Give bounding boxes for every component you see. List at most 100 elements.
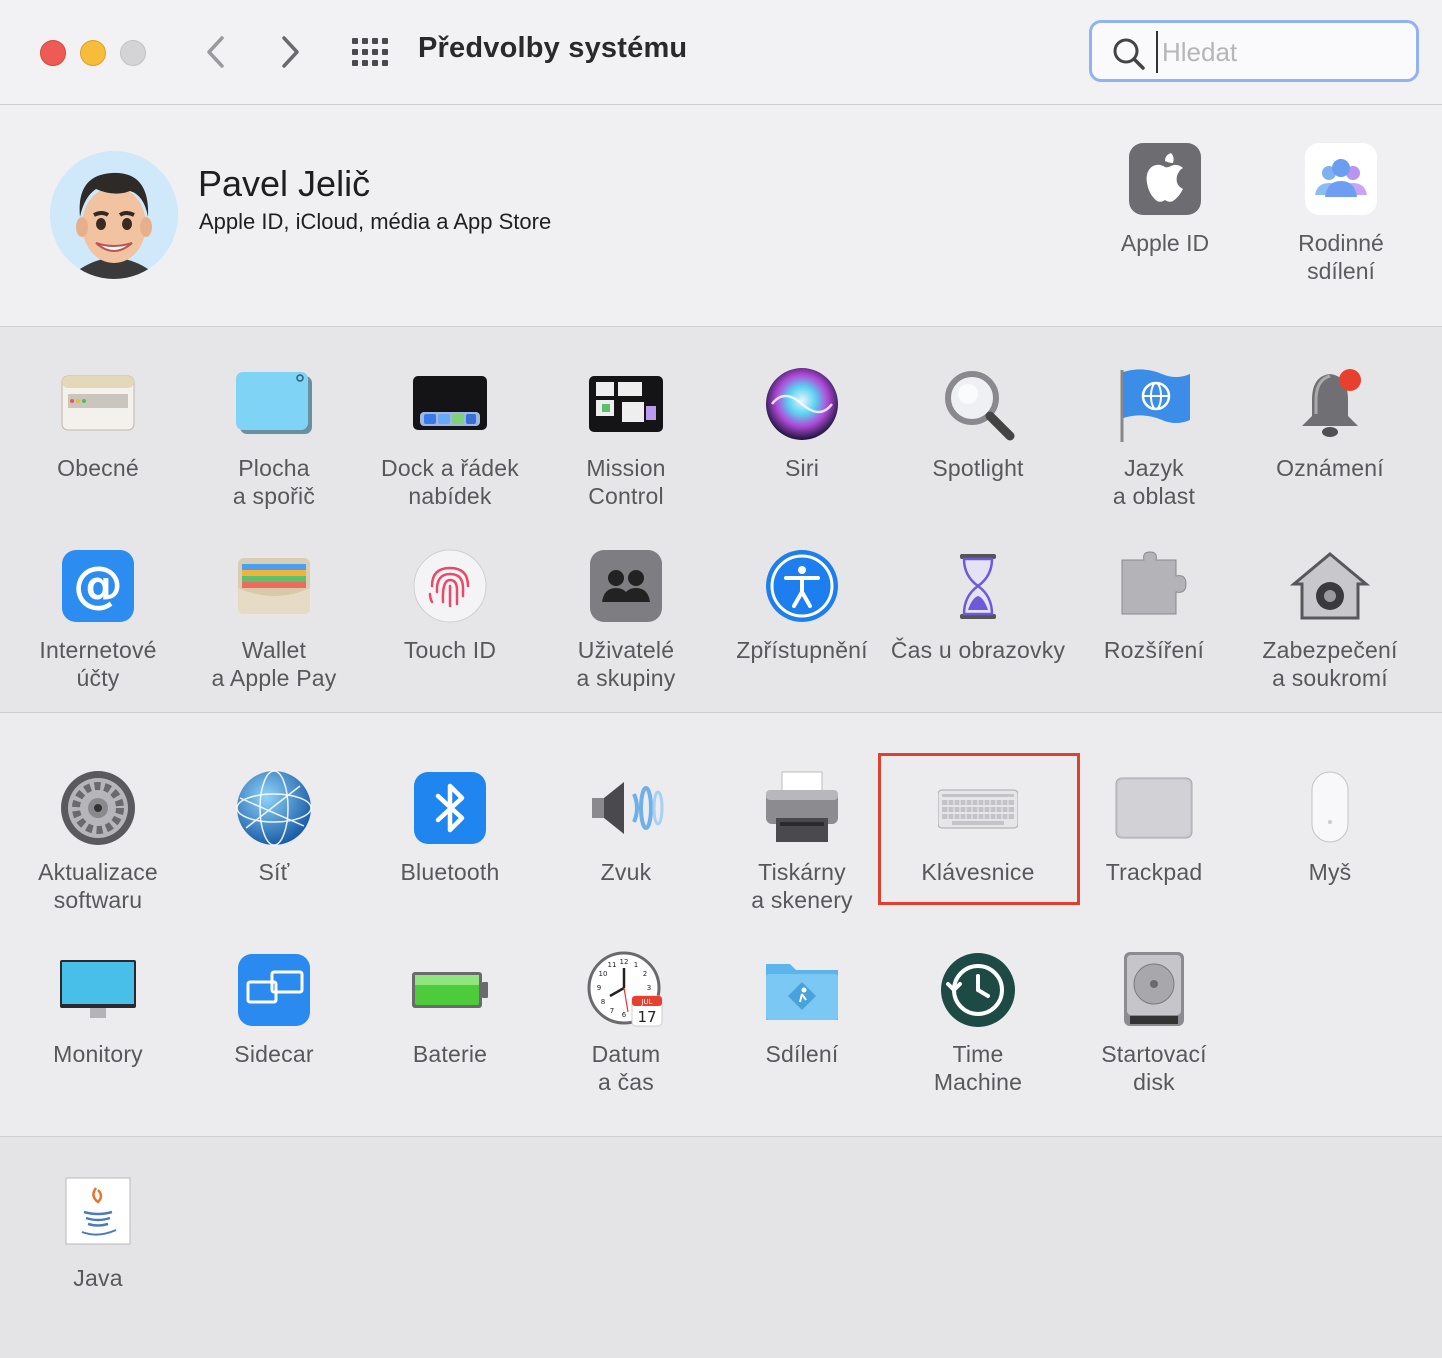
pane-label: Touch ID (403, 637, 497, 663)
wallet-icon (234, 546, 314, 626)
accessibility-icon (762, 546, 842, 626)
language-region-icon (1114, 364, 1194, 444)
minimize-button[interactable] (80, 40, 106, 66)
pane-touch-id[interactable]: Touch ID (362, 546, 538, 664)
mouse-icon (1290, 768, 1370, 848)
forward-chevron-icon[interactable] (270, 30, 310, 74)
security-privacy-icon (1289, 546, 1371, 626)
pane-desktop-screensaver[interactable]: Plocha a spořič (186, 364, 362, 510)
printers-scanners-icon (762, 768, 842, 848)
sharing-icon (762, 950, 842, 1030)
pane-printers-scanners[interactable]: Tiskárny a skenery (714, 768, 890, 914)
pane-mouse[interactable]: Myš (1242, 768, 1418, 886)
pane-spotlight[interactable]: Spotlight (890, 364, 1066, 482)
show-all-grid-icon[interactable] (350, 36, 390, 68)
pane-label: Obecné (57, 455, 139, 481)
pane-startup-disk[interactable]: Startovací disk (1066, 950, 1242, 1096)
pane-battery[interactable]: Baterie (362, 950, 538, 1068)
svg-text:9: 9 (597, 984, 601, 992)
search-field[interactable] (1089, 20, 1419, 82)
pane-label: Zpřístupnění (736, 637, 868, 663)
pane-extensions[interactable]: Rozšíření (1066, 546, 1242, 664)
back-chevron-icon[interactable] (196, 30, 236, 74)
pane-language-region[interactable]: Jazyk a oblast (1066, 364, 1242, 510)
touch-id-icon (410, 546, 490, 626)
internet-accounts-icon: @ (58, 546, 138, 626)
svg-text:1: 1 (634, 961, 638, 969)
pane-internet-accounts[interactable]: @ Internetové účty (10, 546, 186, 692)
pane-label: Oznámení (1276, 455, 1384, 481)
pane-label: Monitory (53, 1041, 143, 1067)
svg-text:7: 7 (610, 1007, 614, 1015)
pane-label: Bluetooth (400, 859, 500, 885)
pane-label: Plocha a spořič (232, 455, 316, 509)
pane-general[interactable]: Obecné (10, 364, 186, 482)
pane-label: Baterie (412, 1041, 488, 1067)
displays-icon (58, 950, 138, 1030)
screen-time-icon (938, 546, 1018, 626)
pane-apple-id[interactable]: Apple ID (1085, 143, 1245, 257)
pane-users-groups[interactable]: Uživatelé a skupiny (538, 546, 714, 692)
svg-text:JUL: JUL (640, 998, 652, 1006)
pane-dock[interactable]: Dock a řádek nabídek (362, 364, 538, 510)
bluetooth-icon (410, 768, 490, 848)
pane-sharing[interactable]: Sdílení (714, 950, 890, 1068)
notifications-icon (1290, 364, 1370, 444)
pane-label: Sdílení (765, 1041, 839, 1067)
pane-software-update[interactable]: Aktualizace softwaru (10, 768, 186, 914)
startup-disk-icon (1114, 950, 1194, 1030)
svg-text:3: 3 (647, 984, 651, 992)
pane-accessibility[interactable]: Zpřístupnění (714, 546, 890, 664)
pane-sound[interactable]: Zvuk (538, 768, 714, 886)
search-input[interactable] (1156, 31, 1414, 73)
pane-label: Startovací disk (1101, 1041, 1207, 1095)
pane-label: Zabezpečení a soukromí (1262, 637, 1398, 691)
pane-label: Aktualizace softwaru (38, 859, 158, 913)
svg-text:10: 10 (599, 970, 608, 978)
pane-security-privacy[interactable]: Zabezpečení a soukromí (1242, 546, 1418, 692)
pane-time-machine[interactable]: Time Machine (890, 950, 1066, 1096)
svg-text:8: 8 (601, 998, 605, 1006)
pane-label: Uživatelé a skupiny (576, 637, 676, 691)
pane-notifications[interactable]: Oznámení (1242, 364, 1418, 482)
time-machine-icon (938, 950, 1018, 1030)
family-sharing-icon (1305, 143, 1377, 215)
window-title: Předvolby systému (418, 32, 688, 64)
sound-icon (586, 768, 666, 848)
pane-label: Trackpad (1105, 859, 1203, 885)
user-subtitle: Apple ID, iCloud, média a App Store (199, 209, 552, 234)
avatar[interactable] (50, 151, 178, 279)
pane-label: Rozšíření (1103, 637, 1205, 663)
pane-mission-control[interactable]: Mission Control (538, 364, 714, 510)
pane-screen-time[interactable]: Čas u obrazovky (890, 546, 1066, 664)
pane-label: Datum a čas (591, 1041, 661, 1095)
pane-trackpad[interactable]: Trackpad (1066, 768, 1242, 886)
pane-wallet[interactable]: Wallet a Apple Pay (186, 546, 362, 692)
pane-family-sharing[interactable]: Rodinné sdílení (1261, 143, 1421, 285)
close-button[interactable] (40, 40, 66, 66)
search-icon (1113, 38, 1145, 70)
siri-icon (762, 364, 842, 444)
svg-text:@: @ (73, 556, 123, 614)
title-bar: Předvolby systému (0, 0, 1442, 105)
zoom-button (120, 40, 146, 66)
pane-label: Sidecar (234, 1041, 314, 1067)
software-update-icon (58, 768, 138, 848)
pane-sidecar[interactable]: Sidecar (186, 950, 362, 1068)
pane-siri[interactable]: Siri (714, 364, 890, 482)
pane-date-time[interactable]: 12 1 2 3 4 5 6 7 8 9 10 11 J (538, 950, 714, 1096)
pane-displays[interactable]: Monitory (10, 950, 186, 1068)
trackpad-icon (1114, 768, 1194, 848)
battery-icon (410, 950, 490, 1030)
pane-java[interactable]: Java (10, 1174, 186, 1292)
extensions-icon (1114, 546, 1194, 626)
pane-label: Spotlight (932, 455, 1024, 481)
pane-label: Time Machine (933, 1041, 1023, 1095)
mission-control-icon (586, 364, 666, 444)
pane-label: Jazyk a oblast (1112, 455, 1196, 509)
pane-network[interactable]: Síť (186, 768, 362, 886)
sidecar-icon (234, 950, 314, 1030)
pane-label: Tiskárny a skenery (751, 859, 853, 913)
pane-label: Internetové účty (39, 637, 157, 691)
pane-bluetooth[interactable]: Bluetooth (362, 768, 538, 886)
